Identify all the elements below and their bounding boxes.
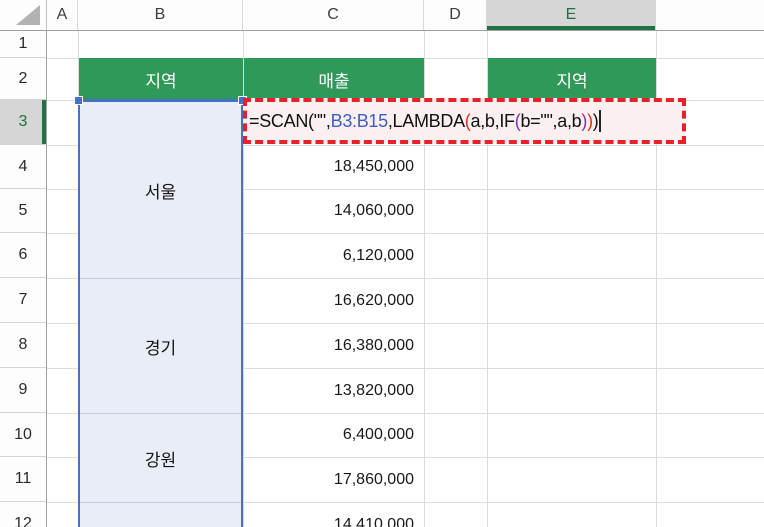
row-header-10[interactable]: 10 (0, 413, 46, 457)
cell-e2-result-header[interactable]: 지역 (488, 58, 656, 100)
cell-region-gangwon[interactable]: 강원 (80, 414, 241, 502)
column-header-a[interactable]: A (47, 0, 78, 30)
row-header-5[interactable]: 5 (0, 189, 46, 233)
cell-b2-region-header[interactable]: 지역 (79, 58, 243, 100)
cell-c2-sales-header[interactable]: 매출 (244, 58, 424, 100)
column-header-c[interactable]: C (243, 0, 424, 30)
row-header-9[interactable]: 9 (0, 368, 46, 413)
cell-sales[interactable]: 16,620,000 (243, 278, 424, 323)
formula-edit-cell[interactable]: =SCAN("", B3:B15 ,LAMBDA(a,b,IF(b="",a,b))… (243, 98, 686, 144)
formula-token: a,b,IF (470, 110, 516, 131)
merged-cell-divider (80, 502, 241, 503)
row-header-1[interactable]: 1 (0, 31, 46, 58)
excel-spreadsheet: 지역 매출 지역 서울 경기 강원 18,450,000 14,060,000 … (0, 0, 764, 527)
formula-token: =SCAN( (249, 110, 314, 131)
cell-sales[interactable]: 6,120,000 (243, 233, 424, 278)
cell-sales[interactable]: 16,380,000 (243, 323, 424, 368)
select-all-corner[interactable] (0, 0, 47, 30)
formula-token: ) (592, 110, 599, 131)
cell-sales[interactable]: 14,410,000 (243, 502, 424, 527)
row-header-6[interactable]: 6 (0, 233, 46, 278)
formula-token-range-ref: B3:B15 (330, 110, 389, 131)
formula-token: "", (313, 110, 331, 131)
column-header-e[interactable]: E (487, 0, 656, 30)
cell-sales[interactable]: 18,450,000 (243, 145, 424, 189)
row-header-3[interactable]: 3 (0, 100, 46, 145)
column-header-d[interactable]: D (424, 0, 487, 30)
formula-token: b="",a,b (520, 110, 582, 131)
cell-sales[interactable]: 17,860,000 (243, 457, 424, 502)
row-header-11[interactable]: 11 (0, 457, 46, 502)
column-header-f[interactable] (656, 0, 764, 30)
active-column-indicator (487, 26, 655, 30)
row-header-2[interactable]: 2 (0, 58, 46, 100)
cell-sales[interactable]: 14,060,000 (243, 189, 424, 233)
column-header-b[interactable]: B (78, 0, 243, 30)
row-header-7[interactable]: 7 (0, 278, 46, 323)
cell-sales[interactable]: 13,820,000 (243, 368, 424, 413)
active-row-indicator (42, 100, 46, 144)
column-header-e-label: E (565, 6, 577, 23)
column-header-band: A B C D E (0, 0, 764, 31)
row-header-12[interactable]: 12 (0, 502, 46, 527)
text-cursor (599, 110, 602, 132)
row-header-8[interactable]: 8 (0, 323, 46, 368)
cell-region-gyeonggi[interactable]: 경기 (80, 279, 241, 413)
cell-region-seoul[interactable]: 서울 (80, 102, 241, 278)
range-handle-top-left[interactable] (74, 96, 83, 105)
row-header-3-label: 3 (18, 113, 28, 130)
row-header-band: 1 2 3 4 5 6 7 8 9 10 11 12 (0, 31, 47, 527)
formula-token: ,LAMBDA (387, 110, 465, 131)
row-header-4[interactable]: 4 (0, 145, 46, 189)
cell-sales[interactable]: 6,400,000 (243, 413, 424, 457)
select-all-triangle-icon (16, 5, 40, 25)
